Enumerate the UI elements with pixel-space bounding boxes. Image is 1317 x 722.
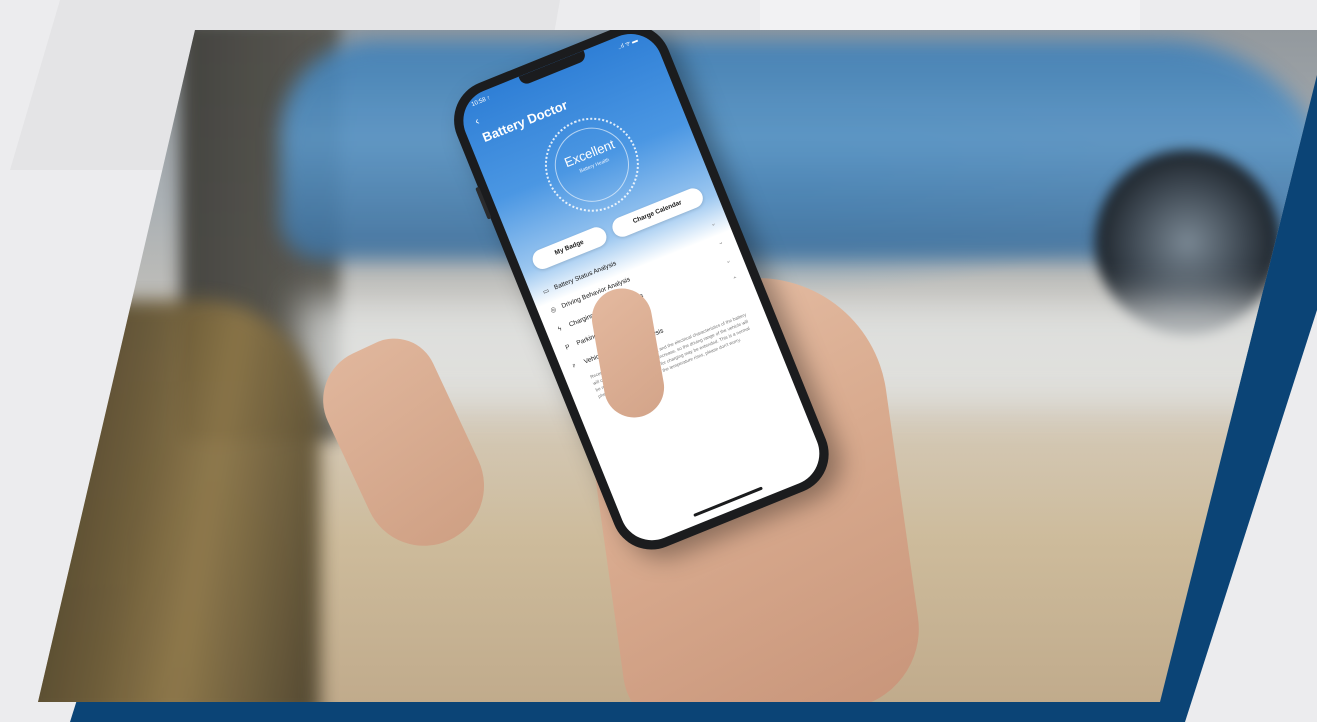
photo-panel: 10:58 ↑ ..ıl ᯤ ▬ ‹ Battery Doctor Excell… (38, 30, 1317, 702)
battery-icon: ▭ (542, 287, 551, 296)
status-icons: ..ıl ᯤ ▬ (616, 37, 639, 52)
lightning-icon: ϟ (556, 325, 563, 334)
chevron-down-icon: ⌄ (724, 256, 733, 266)
blurred-car-seat (38, 300, 320, 702)
marketing-image: 10:58 ↑ ..ıl ᯤ ▬ ‹ Battery Doctor Excell… (0, 0, 1317, 722)
thermometer-icon: ᵖ (571, 362, 577, 371)
back-arrow-icon[interactable]: ‹ (473, 115, 481, 128)
parking-flag-icon: P (564, 343, 572, 352)
chevron-up-icon: ⌃ (731, 275, 740, 284)
chevron-down-icon: ⌄ (709, 219, 718, 229)
steering-wheel-icon: ◎ (549, 305, 558, 315)
chevron-down-icon: ⌄ (716, 238, 725, 247)
health-gauge: Excellent Battery Health (530, 103, 654, 226)
status-time: 10:58 ↑ (470, 95, 492, 109)
